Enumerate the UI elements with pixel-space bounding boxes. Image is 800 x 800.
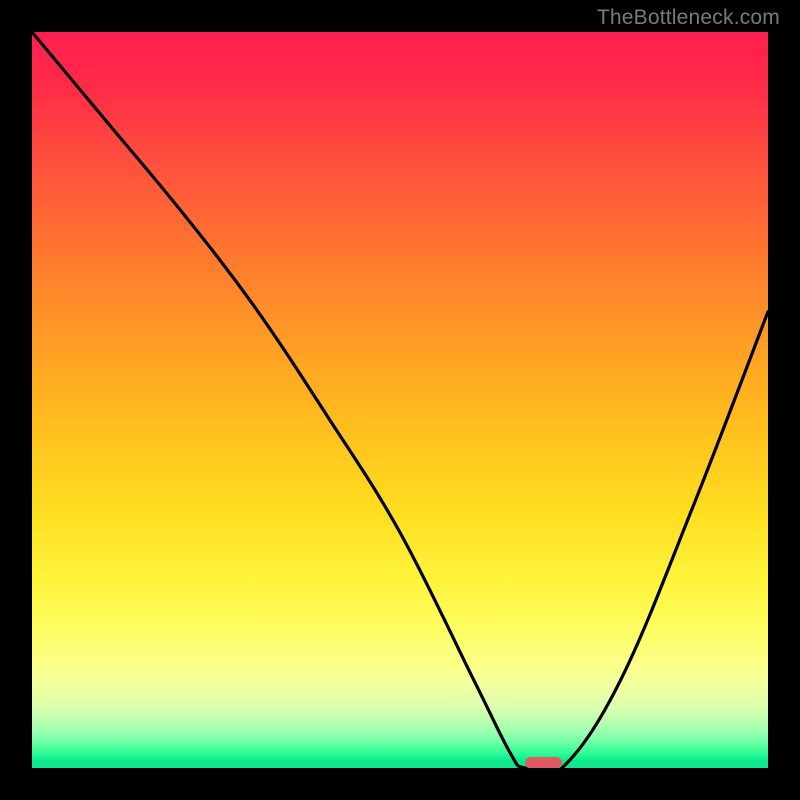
optimal-pill-marker (525, 757, 562, 768)
watermark-text: TheBottleneck.com (597, 6, 780, 30)
bottleneck-curve (32, 32, 768, 768)
curve-layer (32, 32, 768, 768)
plot-area (32, 32, 768, 768)
chart-frame: TheBottleneck.com (0, 0, 800, 800)
